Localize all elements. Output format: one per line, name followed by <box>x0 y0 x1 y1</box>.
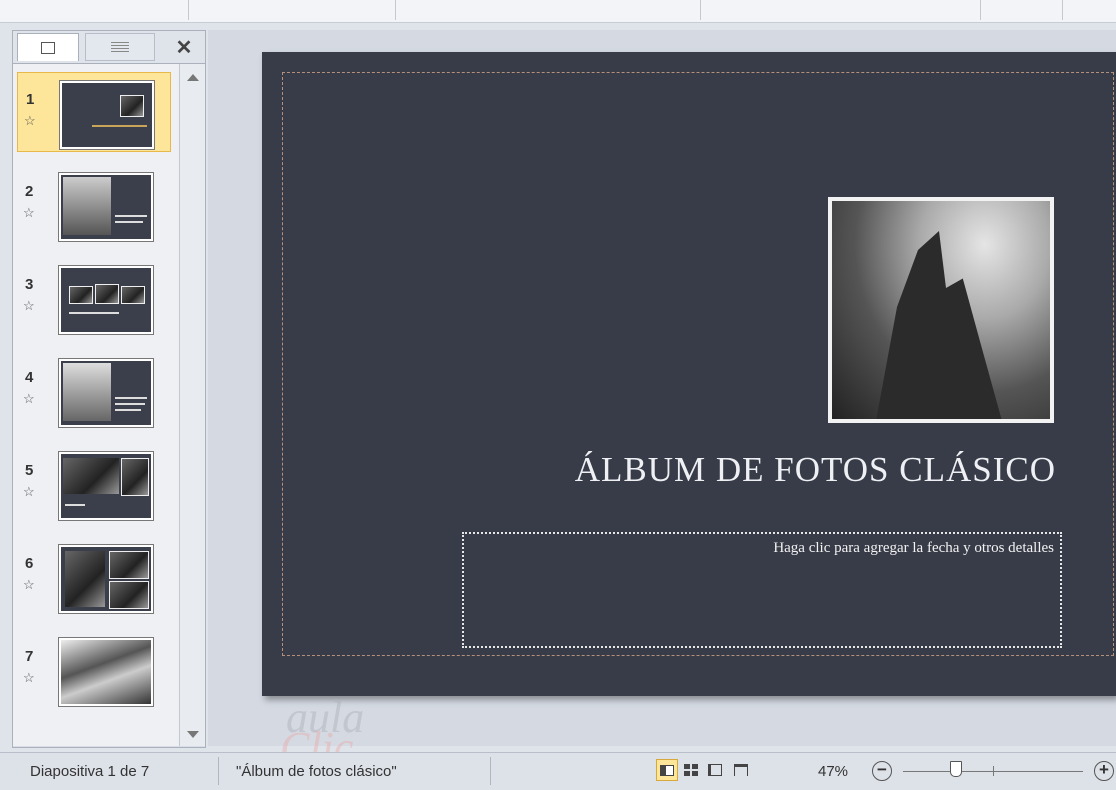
scroll-down-icon[interactable] <box>187 731 199 738</box>
slide-counter: Diapositiva 1 de 7 <box>30 763 150 780</box>
scroll-up-icon[interactable] <box>187 74 199 81</box>
zoom-in-button[interactable]: + <box>1094 761 1114 781</box>
tab-outline[interactable] <box>85 33 155 61</box>
zoom-slider-thumb[interactable] <box>950 761 962 777</box>
slide-preview <box>59 359 153 427</box>
transition-icon: ☆ <box>23 298 35 313</box>
slide-thumbnail-2[interactable]: 2 ☆ <box>17 165 171 245</box>
status-bar: Diapositiva 1 de 7 "Álbum de fotos clási… <box>0 752 1116 790</box>
slide-number: 2 <box>25 183 34 200</box>
subtitle-placeholder[interactable]: Haga clic para agregar la fecha y otros … <box>462 532 1062 648</box>
current-slide[interactable]: ÁLBUM DE FOTOS CLÁSICO Haga clic para ag… <box>262 52 1116 696</box>
zoom-level[interactable]: 47% <box>818 763 848 780</box>
transition-icon: ☆ <box>24 113 36 128</box>
close-icon: ✕ <box>175 36 193 59</box>
tab-slides[interactable] <box>17 33 79 61</box>
slide-preview <box>60 81 154 149</box>
slide-preview <box>59 638 153 706</box>
slide-preview <box>59 266 153 334</box>
slide-thumbnails: 1 ☆ 2 ☆ 3 ☆ 4 ☆ 5 ☆ 6 ☆ 7 ☆ <box>13 64 179 746</box>
slide-sorter-icon <box>684 764 698 776</box>
slides-panel: ✕ 1 ☆ 2 ☆ 3 ☆ 4 ☆ 5 ☆ 6 ☆ 7 ☆ <box>12 30 206 748</box>
slide-number: 5 <box>25 462 34 479</box>
close-panel-button[interactable]: ✕ <box>169 33 199 61</box>
slide-thumbnail-3[interactable]: 3 ☆ <box>17 258 171 338</box>
normal-view-button[interactable] <box>656 759 678 781</box>
transition-icon: ☆ <box>23 391 35 406</box>
slide-show-icon <box>734 764 748 776</box>
slide-sorter-button[interactable] <box>680 759 702 781</box>
slide-thumbnail-6[interactable]: 6 ☆ <box>17 537 171 617</box>
slide-thumbnail-4[interactable]: 4 ☆ <box>17 351 171 431</box>
panel-tabs: ✕ <box>13 31 205 64</box>
slide-thumbnail-7[interactable]: 7 ☆ <box>17 630 171 710</box>
normal-view-icon <box>660 764 674 776</box>
slide-show-button[interactable] <box>730 759 752 781</box>
ribbon-bottom-edge <box>0 0 1116 23</box>
slide-editing-area: ÁLBUM DE FOTOS CLÁSICO Haga clic para ag… <box>208 30 1116 746</box>
theme-name[interactable]: "Álbum de fotos clásico" <box>236 763 397 780</box>
slide-preview <box>59 173 153 241</box>
slide-number: 6 <box>25 555 34 572</box>
transition-icon: ☆ <box>23 205 35 220</box>
transition-icon: ☆ <box>23 484 35 499</box>
transition-icon: ☆ <box>23 577 35 592</box>
zoom-out-button[interactable]: − <box>872 761 892 781</box>
slide-title[interactable]: ÁLBUM DE FOTOS CLÁSICO <box>362 450 1056 490</box>
subtitle-placeholder-text: Haga clic para agregar la fecha y otros … <box>773 540 1054 556</box>
reading-view-icon <box>708 764 722 776</box>
transition-icon: ☆ <box>23 670 35 685</box>
slide-number: 1 <box>26 91 35 108</box>
slide-number: 4 <box>25 369 34 386</box>
slide-preview <box>59 545 153 613</box>
slide-number: 7 <box>25 648 34 665</box>
outline-icon <box>111 42 129 52</box>
slides-icon <box>41 41 55 54</box>
slide-preview <box>59 452 153 520</box>
slide-thumbnail-5[interactable]: 5 ☆ <box>17 444 171 524</box>
slide-number: 3 <box>25 276 34 293</box>
slide-thumbnail-1[interactable]: 1 ☆ <box>17 72 171 152</box>
zoom-slider-midmark <box>993 766 994 776</box>
thumbnail-scrollbar[interactable] <box>179 64 205 746</box>
reading-view-button[interactable] <box>704 759 726 781</box>
slide-photo[interactable] <box>828 197 1054 423</box>
